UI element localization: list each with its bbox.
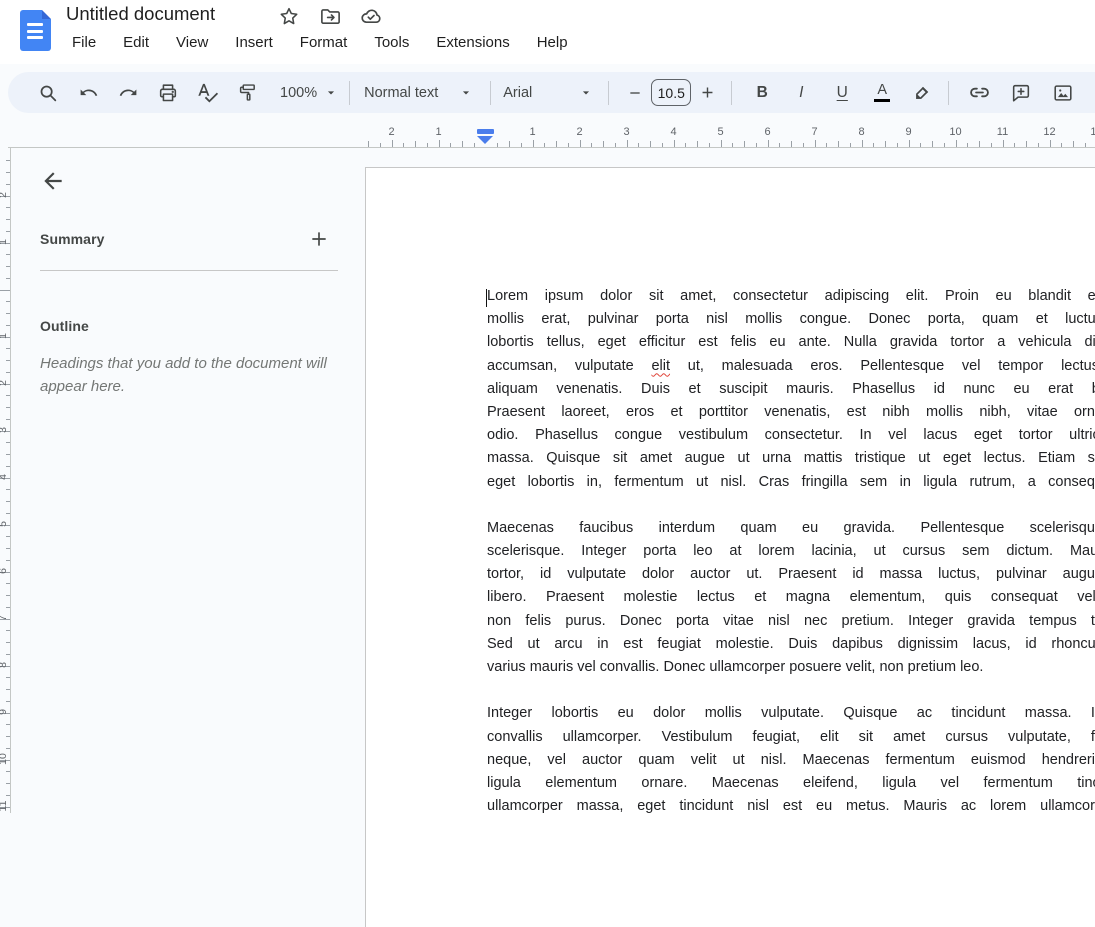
google-docs-logo-icon[interactable]: [20, 10, 51, 51]
outline-placeholder: Headings that you add to the document wi…: [40, 352, 340, 398]
menu-help[interactable]: Help: [535, 33, 570, 52]
left-indent-marker[interactable]: [477, 136, 493, 144]
menu-insert[interactable]: Insert: [233, 33, 275, 52]
misspelled-word[interactable]: elit: [651, 358, 670, 374]
text-line: varius mauris vel convallis. Donec ullam…: [487, 656, 1095, 679]
chevron-down-icon: [578, 85, 594, 101]
menu-extensions[interactable]: Extensions: [434, 33, 511, 52]
text-line: Maecenas faucibus interdum quam eu gravi…: [487, 517, 1095, 540]
text-line: non felis purus. Donec porta vitae nisl …: [487, 610, 1095, 633]
italic-button[interactable]: I: [790, 81, 814, 105]
decrease-font-size-button[interactable]: [623, 81, 647, 105]
horizontal-ruler: [8, 147, 1095, 148]
paragraph-style-select[interactable]: Normal text: [364, 85, 474, 101]
zoom-select[interactable]: 100%: [280, 85, 339, 101]
text-line: Sed ut arcu in est feugiat molestie. Dui…: [487, 633, 1095, 656]
print-icon[interactable]: [156, 81, 180, 105]
insert-link-icon[interactable]: [967, 81, 991, 105]
menu-edit[interactable]: Edit: [121, 33, 151, 52]
text-line: neque, vel auctor quam velit ut nisl. Ma…: [487, 749, 1095, 772]
top-bar: Untitled document File Edit View Insert Form…: [0, 0, 1095, 64]
text-line: ullamcorper massa, eget tincidunt nisl e…: [487, 795, 1095, 818]
text-line: odio. Phasellus congue vestibulum consec…: [487, 424, 1095, 447]
text-line: Praesent laoreet, eros et porttitor vene…: [487, 401, 1095, 424]
chevron-down-icon: [458, 85, 474, 101]
summary-label: Summary: [40, 231, 105, 247]
font-family-select[interactable]: Arial: [503, 85, 594, 101]
text-line: tortor, id vulputate dolor auctor ut. Pr…: [487, 563, 1095, 586]
increase-font-size-button[interactable]: [695, 81, 719, 105]
text-color-button[interactable]: A: [870, 81, 894, 105]
menu-bar: File Edit View Insert Format Tools Extensions H…: [70, 33, 570, 52]
text-line: Integer lobortis eu dolor mollis vulputa…: [487, 702, 1095, 725]
text-line: eget lobortis in, fermentum ut nisl. Cra…: [487, 471, 1095, 494]
document-text: Lorem ipsum dolor sit amet, consectetur …: [487, 285, 1095, 842]
paragraph: Maecenas faucibus interdum quam eu gravi…: [487, 517, 1095, 679]
toolbar: 100% Normal text Arial 10.5 B I U A: [8, 72, 1095, 113]
add-comment-icon[interactable]: [1009, 81, 1033, 105]
font-size-input[interactable]: 10.5: [651, 79, 691, 106]
sidebar-divider: [40, 270, 338, 271]
first-line-indent-marker[interactable]: [477, 129, 494, 134]
text-line: libero. Praesent molestie lectus et magn…: [487, 586, 1095, 609]
search-icon[interactable]: [36, 81, 60, 105]
document-title[interactable]: Untitled document: [66, 3, 215, 25]
document-page[interactable]: Lorem ipsum dolor sit amet, consectetur …: [365, 167, 1095, 927]
text-line: convallis ullamcorper. Vestibulum feugia…: [487, 726, 1095, 749]
outline-label: Outline: [40, 318, 89, 334]
paragraph: Integer lobortis eu dolor mollis vulputa…: [487, 702, 1095, 818]
paragraph: Lorem ipsum dolor sit amet, consectetur …: [487, 285, 1095, 494]
bold-button[interactable]: B: [750, 81, 774, 105]
text-line: ligula elementum ornare. Maecenas eleife…: [487, 772, 1095, 795]
vertical-ruler: [10, 148, 11, 813]
text-line: Lorem ipsum dolor sit amet, consectetur …: [487, 285, 1095, 308]
redo-icon[interactable]: [116, 81, 140, 105]
menu-format[interactable]: Format: [298, 33, 350, 52]
menu-file[interactable]: File: [70, 33, 98, 52]
move-folder-icon[interactable]: [318, 4, 342, 28]
insert-image-icon[interactable]: [1051, 81, 1075, 105]
font-family-value: Arial: [503, 85, 532, 101]
text-line: massa. Quisque sit amet augue ut urna ma…: [487, 447, 1095, 470]
text-line: scelerisque. Integer porta leo at lorem …: [487, 540, 1095, 563]
add-summary-button[interactable]: [306, 226, 332, 252]
chevron-down-icon: [323, 85, 339, 101]
menu-view[interactable]: View: [174, 33, 210, 52]
cloud-saved-icon[interactable]: [359, 4, 383, 28]
paragraph-style-value: Normal text: [364, 85, 438, 101]
zoom-value: 100%: [280, 85, 317, 101]
underline-button[interactable]: U: [830, 81, 854, 105]
text-line: accumsan, vulputate elit ut, malesuada e…: [487, 355, 1095, 378]
close-outline-back-icon[interactable]: [40, 168, 66, 194]
star-icon[interactable]: [277, 4, 301, 28]
spell-check-icon[interactable]: [196, 81, 220, 105]
highlight-color-icon[interactable]: [910, 81, 934, 105]
text-line: mollis erat, pulvinar porta nisl mollis …: [487, 308, 1095, 331]
text-line: lobortis tellus, eget efficitur est feli…: [487, 331, 1095, 354]
menu-tools[interactable]: Tools: [372, 33, 411, 52]
paint-format-icon[interactable]: [236, 81, 260, 105]
text-line: aliquam venenatis. Duis et suscipit maur…: [487, 378, 1095, 401]
undo-icon[interactable]: [76, 81, 100, 105]
